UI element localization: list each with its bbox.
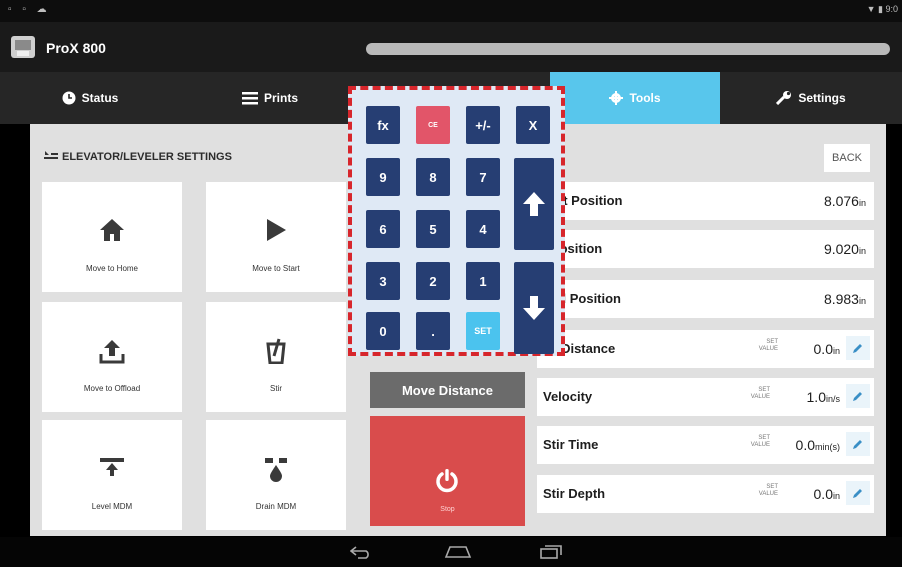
key-down[interactable] <box>514 262 554 354</box>
row-value: 9.020in <box>823 241 866 257</box>
tile-label: Level MDM <box>91 502 133 511</box>
home-nav-icon[interactable] <box>444 545 472 564</box>
tile-label: Move to Start <box>252 264 300 273</box>
tab-status-label: Status <box>81 91 119 105</box>
edit-stir-time-button[interactable] <box>846 432 870 456</box>
drain-mdm-button[interactable]: Drain MDM <box>206 420 346 530</box>
section-title: ELEVATOR/LEVELER SETTINGS <box>62 150 232 163</box>
offload-position-row: oad Position 8.983in <box>537 280 874 318</box>
arrow-up-icon <box>523 192 545 216</box>
power-icon <box>435 468 459 499</box>
row-value: 0.0min(s) <box>795 437 840 453</box>
key-5[interactable]: 5 <box>416 210 450 248</box>
row-value: 0.0in <box>813 341 840 357</box>
upload-icon <box>42 338 182 364</box>
gear-icon <box>609 91 624 105</box>
row-value: 8.983in <box>823 291 866 307</box>
set-value-label: SET VALUE <box>750 435 770 448</box>
key-9[interactable]: 9 <box>366 158 400 196</box>
menu-icon <box>241 91 258 105</box>
row-value: 1.0in/s <box>806 389 840 405</box>
stir-time-row: Stir Time SET VALUE 0.0min(s) <box>537 426 874 464</box>
key-3[interactable]: 3 <box>366 262 400 300</box>
app-title: ProX 800 <box>46 40 106 56</box>
row-name: Velocity <box>543 389 593 404</box>
start-position-row: t Position 9.020in <box>537 230 874 268</box>
key-4[interactable]: 4 <box>466 210 500 248</box>
back-button[interactable]: BACK <box>824 144 870 172</box>
pencil-icon <box>853 440 862 449</box>
level-mdm-button[interactable]: Level MDM <box>42 420 182 530</box>
key-clear-entry[interactable]: CE <box>416 106 450 144</box>
stir-depth-row: Stir Depth SET VALUE 0.0in <box>537 475 874 513</box>
status-icons-right: ▼ ▮ 9:0 <box>866 4 898 14</box>
key-8[interactable]: 8 <box>416 158 450 196</box>
current-position-row: rent Position 8.076in <box>537 182 874 220</box>
edit-stir-depth-button[interactable] <box>846 481 870 505</box>
move-distance-button[interactable]: Move Distance <box>370 372 525 408</box>
key-plus-minus[interactable]: +/- <box>466 106 500 144</box>
stir-button[interactable]: Stir <box>206 302 346 412</box>
level-icon <box>42 456 182 478</box>
move-to-home-button[interactable]: Move to Home <box>42 182 182 292</box>
set-value-label: SET VALUE <box>750 387 770 400</box>
key-set[interactable]: SET <box>466 312 500 350</box>
play-icon <box>206 218 346 242</box>
move-distance-row: ve Distance SET VALUE 0.0in <box>537 330 874 368</box>
pencil-icon <box>853 489 862 498</box>
pencil-icon <box>853 392 862 401</box>
clock-icon <box>62 91 76 105</box>
status-icons-left: ▫ ▫ ☁ <box>8 4 51 15</box>
edit-velocity-button[interactable] <box>846 384 870 408</box>
key-7[interactable]: 7 <box>466 158 500 196</box>
wrench-icon <box>776 91 792 105</box>
system-status-bar: ▫ ▫ ☁ ▼ ▮ 9:0 <box>0 0 902 22</box>
home-icon <box>42 218 182 242</box>
row-value: 8.076in <box>823 193 866 209</box>
set-value-label: SET VALUE <box>758 484 778 497</box>
row-name: Stir Time <box>543 437 599 452</box>
printer-logo-icon <box>8 34 38 60</box>
tile-label: Stir <box>270 384 282 393</box>
tile-label: Drain MDM <box>255 502 297 511</box>
tab-tools-label: Tools <box>629 91 661 105</box>
tile-label: Move to Offload <box>83 384 141 393</box>
tab-tools[interactable]: Tools <box>550 72 720 124</box>
navigation-bar <box>0 537 902 567</box>
arrow-down-icon <box>523 296 545 320</box>
set-value-label: SET VALUE <box>758 339 778 352</box>
key-6[interactable]: 6 <box>366 210 400 248</box>
row-value: 0.0in <box>813 486 840 502</box>
back-nav-icon[interactable] <box>349 545 372 564</box>
move-to-start-button[interactable]: Move to Start <box>206 182 346 292</box>
stop-button[interactable]: Stop <box>370 416 525 526</box>
pencil-icon <box>853 344 862 353</box>
key-1[interactable]: 1 <box>466 262 500 300</box>
tab-prints-label: Prints <box>263 91 298 105</box>
row-name: Stir Depth <box>543 486 606 501</box>
print-progress-bar <box>366 43 890 55</box>
edit-move-distance-button[interactable] <box>846 336 870 360</box>
tab-prints[interactable]: Prints <box>180 72 360 124</box>
velocity-row: Velocity SET VALUE 1.0in/s <box>537 378 874 416</box>
key-up[interactable] <box>514 158 554 250</box>
tab-settings-label: Settings <box>798 91 846 105</box>
key-2[interactable]: 2 <box>416 262 450 300</box>
tab-settings[interactable]: Settings <box>720 72 902 124</box>
key-function[interactable]: fx <box>366 106 400 144</box>
section-header: ELEVATOR/LEVELER SETTINGS <box>44 150 232 163</box>
move-to-offload-button[interactable]: Move to Offload <box>42 302 182 412</box>
stir-icon <box>206 338 346 364</box>
key-close[interactable]: X <box>516 106 550 144</box>
elevator-icon <box>44 150 58 163</box>
numeric-keypad: fx CE +/- X 9 8 7 6 5 4 3 2 1 0 . SET <box>348 86 565 356</box>
recents-nav-icon[interactable] <box>540 545 562 564</box>
tile-label: Move to Home <box>85 264 139 273</box>
stop-label: Stop <box>440 506 455 513</box>
drain-icon <box>206 456 346 482</box>
key-decimal[interactable]: . <box>416 312 450 350</box>
key-0[interactable]: 0 <box>366 312 400 350</box>
tab-status[interactable]: Status <box>0 72 180 124</box>
